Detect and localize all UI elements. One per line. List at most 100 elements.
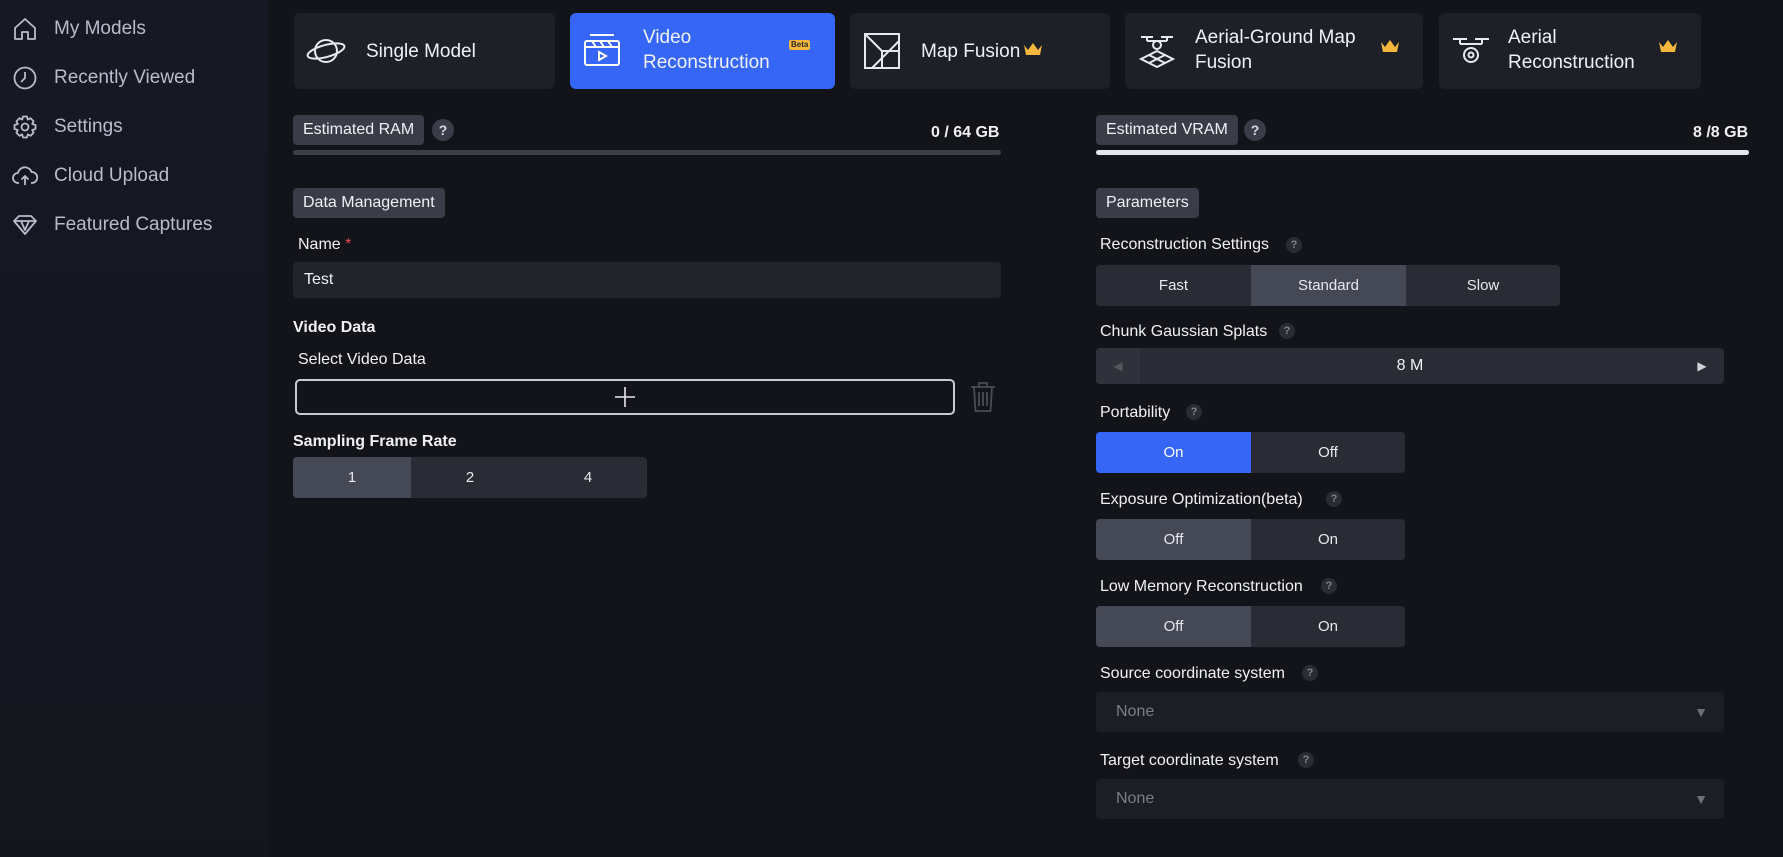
planet-icon: [306, 31, 346, 71]
help-icon[interactable]: ?: [1286, 237, 1302, 253]
increment-arrow-icon[interactable]: ▶: [1680, 348, 1724, 384]
map-fusion-icon: [862, 31, 902, 71]
tab-label-line2: Fusion: [1195, 52, 1253, 73]
low-memory-toggle: Off On: [1096, 606, 1405, 647]
tab-label: Map Fusion: [921, 41, 1021, 62]
portability-label: Portability: [1100, 404, 1171, 421]
tab-label-line2: Reconstruction: [1508, 52, 1635, 73]
estimated-ram-chip: Estimated RAM: [293, 115, 425, 145]
cloud-upload-icon: [12, 163, 39, 189]
recon-option-fast[interactable]: Fast: [1096, 265, 1251, 306]
clock-icon: [12, 65, 38, 91]
tab-label: Single Model: [366, 41, 476, 62]
help-icon[interactable]: ?: [1186, 404, 1202, 420]
vram-bar-fill: [1096, 150, 1749, 155]
tab-label-line2: Reconstruction: [643, 52, 770, 73]
crown-icon: [1024, 43, 1042, 55]
plus-icon: [615, 387, 635, 407]
sidebar-item-label: Recently Viewed: [54, 67, 196, 88]
data-management-chip: Data Management: [293, 188, 445, 218]
add-video-button[interactable]: [295, 379, 955, 415]
select-video-label: Select Video Data: [298, 351, 426, 368]
reconstruction-settings-selector: Fast Standard Slow: [1096, 265, 1560, 306]
chunk-value: 8 M: [1396, 357, 1424, 374]
tab-aerial-reconstruction[interactable]: Aerial Reconstruction: [1439, 13, 1701, 89]
tab-single-model[interactable]: Single Model: [294, 13, 555, 89]
help-icon[interactable]: ?: [1302, 665, 1318, 681]
sidebar-item-settings[interactable]: Settings: [0, 107, 268, 147]
caret-down-icon: ▼: [1694, 704, 1708, 720]
exposure-optimization-label: Exposure Optimization(beta): [1100, 491, 1303, 508]
lowmem-option-off[interactable]: Off: [1096, 606, 1251, 647]
tab-label-line1: Aerial-Ground Map: [1195, 27, 1356, 48]
sidebar-item-recently-viewed[interactable]: Recently Viewed: [0, 58, 268, 98]
name-label-text: Name: [298, 236, 341, 253]
video-data-heading: Video Data: [293, 319, 376, 336]
help-icon[interactable]: ?: [1321, 578, 1337, 594]
help-icon[interactable]: ?: [1279, 323, 1295, 339]
source-coordinate-value: None: [1116, 703, 1155, 720]
tab-map-fusion[interactable]: Map Fusion: [850, 13, 1110, 89]
crown-icon: [1659, 40, 1677, 52]
ram-value: 0 / 64 GB: [931, 124, 1000, 141]
sidebar-item-label: Featured Captures: [54, 214, 213, 235]
sidebar-item-cloud-upload[interactable]: Cloud Upload: [0, 156, 268, 196]
sidebar-item-label: Cloud Upload: [54, 165, 170, 186]
frame-rate-selector: 1 2 4: [293, 457, 647, 498]
frame-rate-option-2[interactable]: 2: [411, 457, 529, 498]
portability-toggle: On Off: [1096, 432, 1405, 473]
home-icon: [12, 16, 38, 42]
crown-icon: [1381, 40, 1399, 52]
reconstruction-settings-label: Reconstruction Settings: [1100, 236, 1269, 253]
vram-value: 8 /8 GB: [1693, 124, 1749, 141]
tab-aerial-ground-map-fusion[interactable]: Aerial-Ground Map Fusion: [1125, 13, 1423, 89]
help-icon[interactable]: ?: [432, 119, 454, 141]
chunk-stepper: ◀ 8 M ▶: [1096, 348, 1724, 384]
parameters-chip: Parameters: [1096, 188, 1199, 218]
exposure-option-off[interactable]: Off: [1096, 519, 1251, 560]
tab-video-reconstruction[interactable]: Video Reconstruction Beta: [570, 13, 835, 89]
sidebar-item-my-models[interactable]: My Models: [0, 9, 268, 49]
vram-bar: [1096, 150, 1749, 155]
recon-option-slow[interactable]: Slow: [1406, 265, 1560, 306]
exposure-toggle: Off On: [1096, 519, 1405, 560]
sidebar-item-label: Settings: [54, 116, 123, 137]
sidebar-item-featured-captures[interactable]: Featured Captures: [0, 205, 268, 245]
lowmem-option-on[interactable]: On: [1251, 606, 1405, 647]
frame-rate-option-1[interactable]: 1: [293, 457, 411, 498]
name-label: Name *: [298, 236, 351, 254]
recon-option-standard[interactable]: Standard: [1251, 265, 1406, 306]
drone-icon: [1451, 31, 1491, 71]
caret-down-icon: ▼: [1694, 791, 1708, 807]
name-field[interactable]: Test: [293, 262, 1001, 298]
portability-option-on[interactable]: On: [1096, 432, 1251, 473]
help-icon[interactable]: ?: [1298, 752, 1314, 768]
beta-badge: Beta: [789, 40, 811, 50]
sidebar: My Models Recently Viewed Settings Cloud…: [0, 0, 268, 857]
portability-option-off[interactable]: Off: [1251, 432, 1405, 473]
diamond-icon: [12, 212, 38, 238]
tab-label-line1: Aerial: [1508, 27, 1557, 48]
estimated-vram-chip: Estimated VRAM: [1096, 115, 1238, 145]
drone-map-icon: [1137, 31, 1177, 71]
chunk-gaussian-splats-label: Chunk Gaussian Splats: [1100, 323, 1268, 340]
tab-label-line1: Video: [643, 27, 692, 48]
source-coordinate-select[interactable]: None ▼: [1096, 692, 1724, 732]
gear-icon: [12, 114, 38, 140]
help-icon[interactable]: ?: [1244, 119, 1266, 141]
trash-icon[interactable]: [969, 381, 997, 413]
help-icon[interactable]: ?: [1326, 491, 1342, 507]
source-coordinate-system-label: Source coordinate system: [1100, 665, 1285, 682]
frame-rate-option-4[interactable]: 4: [529, 457, 647, 498]
target-coordinate-value: None: [1116, 790, 1155, 807]
sidebar-item-label: My Models: [54, 18, 146, 39]
exposure-option-on[interactable]: On: [1251, 519, 1405, 560]
low-memory-reconstruction-label: Low Memory Reconstruction: [1100, 578, 1303, 595]
target-coordinate-select[interactable]: None ▼: [1096, 779, 1724, 819]
required-mark: *: [345, 236, 352, 253]
sampling-frame-rate-heading: Sampling Frame Rate: [293, 433, 457, 450]
ram-bar: [293, 150, 1001, 155]
target-coordinate-system-label: Target coordinate system: [1100, 752, 1279, 769]
decrement-arrow-icon[interactable]: ◀: [1096, 348, 1140, 384]
video-icon: [582, 31, 622, 71]
